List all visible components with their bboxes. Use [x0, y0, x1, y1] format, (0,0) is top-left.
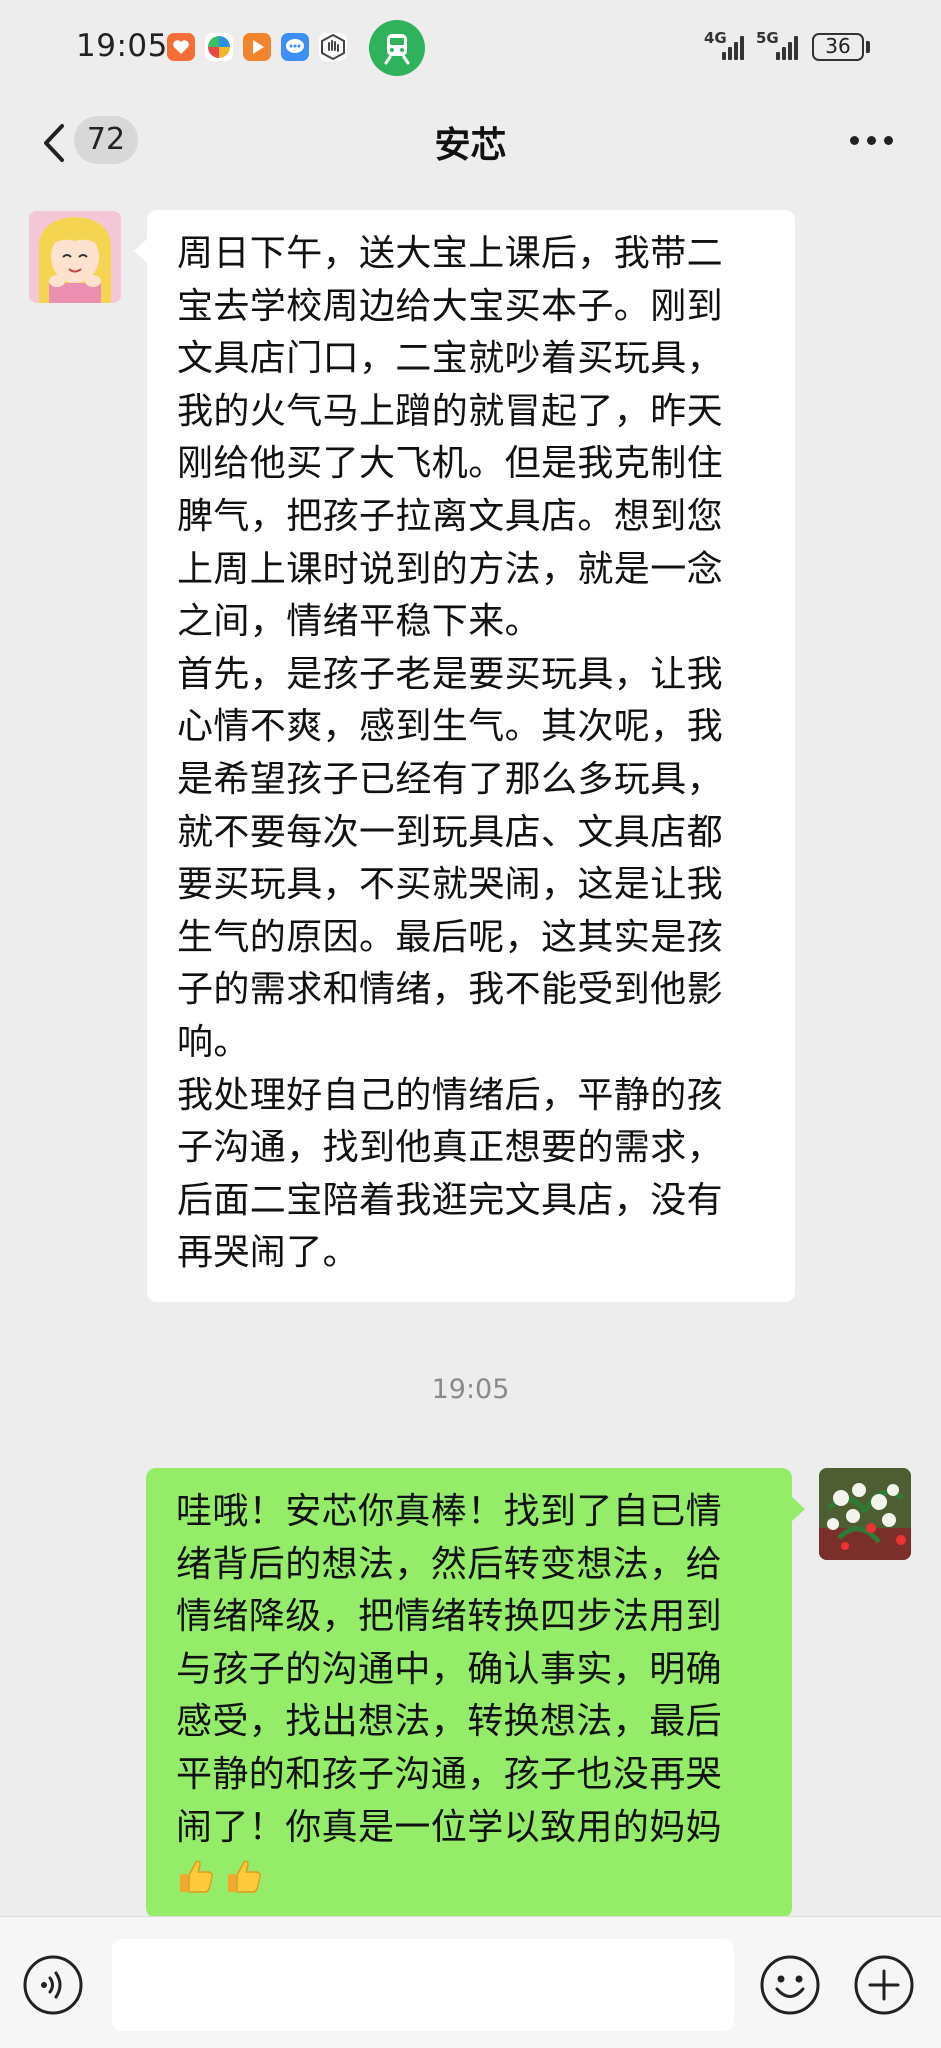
- chat-title: 安芯: [434, 125, 507, 166]
- message-line: 平静的和孩子沟通，孩子也没再哭: [176, 1753, 723, 1795]
- message-line: 刚给他买了大飞机。但是我克制住: [177, 443, 724, 485]
- video-play-icon: [243, 33, 271, 61]
- pinwheel-icon: [205, 33, 233, 61]
- message-line: 生气的原因。最后呢，这其实是孩: [177, 916, 724, 958]
- message-timestamp: 19:05: [431, 1374, 510, 1405]
- input-bar: [0, 1916, 941, 2048]
- signal-bars-icon: [770, 30, 800, 60]
- message-line: 要买玩具，不买就哭闹，这是让我: [177, 864, 724, 906]
- message-line: 周日下午，送大宝上课后，我带二: [177, 233, 724, 274]
- chat-header: 72 安芯: [0, 100, 941, 200]
- message-input[interactable]: [112, 1939, 734, 2031]
- message-line: 子的需求和情绪，我不能受到他影: [177, 969, 724, 1011]
- status-time: 19:05: [76, 28, 168, 64]
- message-line: 心情不爽，感到生气。其次呢，我: [177, 706, 724, 748]
- outgoing-message-bubble[interactable]: 哇哦！安芯你真棒！找到了自已情 绪背后的想法，然后转变想法，给 情绪降级，把情绪…: [146, 1468, 805, 1918]
- cartoon-girl-avatar[interactable]: [29, 211, 121, 303]
- plus-icon[interactable]: [853, 1954, 915, 2016]
- message-line: 就不要每次一到玩具店、文具店都: [177, 811, 724, 853]
- voice-icon[interactable]: [22, 1954, 84, 2016]
- message-line: 宝去学校周边给大宝买本子。刚到: [177, 285, 724, 327]
- thumbs-up-icon: [176, 1856, 216, 1896]
- battery-level: 36: [825, 34, 851, 58]
- heart-shield-icon: [167, 33, 195, 61]
- hand-icon: [319, 33, 347, 61]
- message-line: 后面二宝陪着我逛完文具店，没有: [177, 1179, 724, 1221]
- message-line: 响。: [177, 1021, 250, 1063]
- message-line: 再哭闹了。: [177, 1232, 360, 1274]
- message-line: 文具店门口，二宝就吵着买玩具，: [177, 338, 724, 380]
- message-line: 之间，情绪平稳下来。: [177, 601, 542, 643]
- train-icon[interactable]: [369, 20, 425, 76]
- message-line: 绪背后的想法，然后转变想法，给: [176, 1543, 723, 1585]
- message-line: 我的火气马上蹭的就冒起了，昨天: [177, 390, 724, 432]
- status-bar: 19:05 4G 5G 36: [0, 0, 941, 100]
- chat-bubble-icon: [281, 33, 309, 61]
- message-line: 脾气，把孩子拉离文具店。想到您: [177, 495, 724, 537]
- flowers-avatar[interactable]: [819, 1468, 911, 1560]
- message-line: 上周上课时说到的方法，就是一念: [177, 548, 724, 590]
- message-line: 哇哦！安芯你真棒！找到了自已情: [176, 1491, 723, 1532]
- message-line: 与孩子的沟通中，确认事实，明确: [176, 1648, 723, 1690]
- incoming-message-bubble[interactable]: 周日下午，送大宝上课后，我带二 宝去学校周边给大宝买本子。刚到 文具店门口，二宝…: [134, 210, 795, 1302]
- thumbs-up-icon: [224, 1856, 264, 1896]
- message-line: 闹了！你真是一位学以致用的妈妈: [176, 1806, 723, 1848]
- battery-tip: [866, 41, 870, 53]
- message-line: 我处理好自己的情绪后，平静的孩: [177, 1074, 724, 1116]
- more-dots-icon[interactable]: [848, 134, 896, 148]
- message-line: 情绪降级，把情绪转换四步法用到: [176, 1596, 723, 1638]
- emoji-icon[interactable]: [759, 1954, 821, 2016]
- signal-bars-icon: [716, 30, 746, 60]
- message-line: 首先，是孩子老是要买玩具，让我: [177, 653, 724, 695]
- emoji-row: [176, 1856, 764, 1896]
- battery-icon: 36: [812, 33, 864, 61]
- message-line: 感受，找出想法，转换想法，最后: [176, 1701, 723, 1743]
- message-line: 是希望孩子已经有了那么多玩具，: [177, 758, 724, 800]
- message-line: 子沟通，找到他真正想要的需求，: [177, 1127, 724, 1169]
